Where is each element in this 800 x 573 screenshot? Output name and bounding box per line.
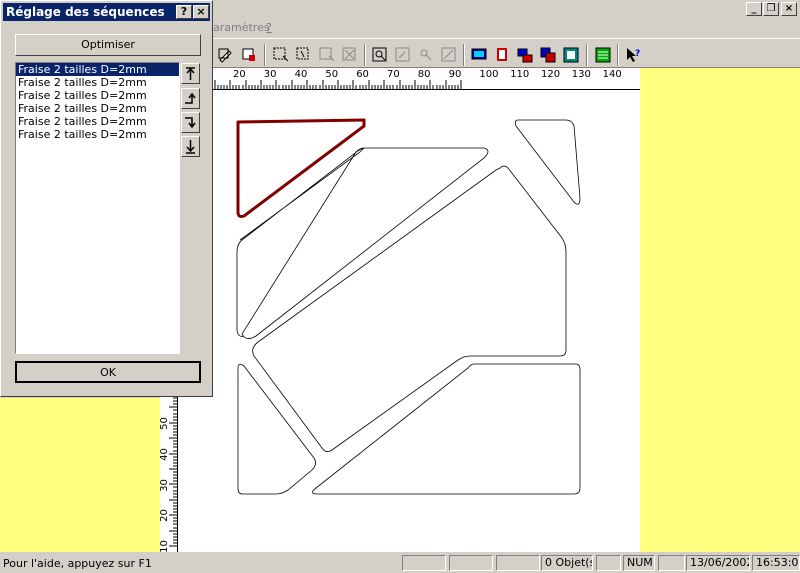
ruler-label: 90 [448, 69, 462, 80]
highlighted-toolpath[interactable] [236, 118, 366, 218]
cut-path-icon[interactable] [491, 44, 513, 66]
minimize-button[interactable]: _ [746, 2, 762, 16]
menu-parametres[interactable]: aramètres [213, 21, 270, 34]
sequence-list-item[interactable]: Fraise 2 tailles D=2mm [16, 115, 179, 128]
toolbar-separator [264, 44, 266, 66]
ruler-label: 100 [479, 69, 499, 80]
sequence-list-item[interactable]: Fraise 2 tailles D=2mm [16, 89, 179, 102]
ruler-label: 40 [158, 447, 170, 461]
ruler-label: 30 [263, 69, 277, 80]
drawing-canvas[interactable] [178, 90, 640, 552]
status-time: 16:53:02 [752, 555, 800, 571]
context-help-icon[interactable]: ? [622, 44, 644, 66]
ruler-label: 80 [417, 69, 431, 80]
svg-text:?: ? [635, 49, 640, 59]
zoom-all-icon[interactable] [438, 44, 460, 66]
dialog-help-button[interactable]: ? [176, 5, 192, 19]
status-pane [402, 555, 446, 571]
move-up-button[interactable] [181, 88, 200, 109]
toolbar-separator [617, 44, 619, 66]
status-help-text: Pour l'aide, appuyez sur F1 [3, 557, 152, 570]
dialog-close-button[interactable]: × [193, 5, 209, 19]
move-bottom-icon [186, 140, 195, 154]
dialog-titlebar: Réglage des séquences ? × [3, 3, 210, 21]
move-bottom-button[interactable] [181, 136, 200, 157]
dialog-title: Réglage des séquences [6, 5, 165, 19]
ruler-label: 130 [571, 69, 591, 80]
select-rect-icon[interactable] [270, 44, 292, 66]
select-remove-icon[interactable] [316, 44, 338, 66]
sequence-list-item[interactable]: Fraise 2 tailles D=2mm [16, 128, 179, 141]
ruler-label: 140 [602, 69, 622, 80]
shape-top-trapezoid[interactable] [241, 147, 489, 339]
move-up-icon [185, 92, 196, 104]
ruler-label: 70 [387, 69, 400, 80]
sequence-list[interactable]: Fraise 2 tailles D=2mm Fraise 2 tailles D… [15, 62, 180, 354]
status-pane [596, 555, 621, 571]
zoom-window-icon[interactable] [415, 44, 437, 66]
move-down-icon [185, 117, 196, 129]
optimize-button[interactable]: Optimiser [15, 34, 201, 56]
erase-icon[interactable] [238, 44, 260, 66]
left-margin-area [0, 398, 160, 552]
shape-large-hexagon[interactable] [252, 165, 567, 452]
shape-top-right-triangle[interactable] [514, 119, 581, 205]
status-pane [496, 555, 540, 571]
sequence-list-item[interactable]: Fraise 2 tailles D=2mm [16, 102, 179, 115]
select-add-icon[interactable] [293, 44, 315, 66]
zoom-in-icon[interactable] [369, 44, 391, 66]
ruler-label: 120 [541, 69, 561, 80]
restore-button[interactable]: ❐ [763, 2, 779, 16]
toolbar-separator [586, 44, 588, 66]
menu-help[interactable]: ? [266, 21, 272, 34]
shape-left-polygon[interactable] [236, 147, 365, 337]
shape-bottom-polygon[interactable] [312, 363, 581, 495]
move-top-icon [186, 67, 195, 80]
ruler-label: 10 [158, 540, 170, 554]
save-disk-icon[interactable] [537, 44, 559, 66]
sequence-list-item[interactable]: Fraise 2 tailles D=2mm [16, 63, 179, 76]
status-bar: Pour l'aide, appuyez sur F1 0 Objet(s) N… [0, 553, 800, 573]
zoom-out-icon[interactable] [392, 44, 414, 66]
network-icon[interactable] [514, 44, 536, 66]
move-top-button[interactable] [181, 63, 200, 84]
delete-selection-icon[interactable] [339, 44, 361, 66]
shape-left-quad[interactable] [237, 364, 316, 495]
export-icon[interactable] [560, 44, 582, 66]
toolbar-separator [364, 44, 366, 66]
sequence-dialog: Réglage des séquences ? × Optimiser Frai… [0, 0, 213, 397]
close-button[interactable]: × [781, 2, 797, 16]
horizontal-ruler-ticks [183, 80, 462, 90]
monitor-icon[interactable] [468, 44, 490, 66]
status-objects: 0 Objet(s) [541, 555, 593, 571]
ruler-label: 20 [233, 69, 246, 80]
ruler-label: 110 [510, 69, 530, 80]
ruler-label: 20 [158, 509, 170, 523]
sequence-list-item[interactable]: Fraise 2 tailles D=2mm [16, 76, 179, 89]
right-margin-area [640, 68, 800, 552]
ruler-label: 30 [158, 478, 170, 492]
toolbar-separator [463, 44, 465, 66]
status-num: NUM [623, 555, 655, 571]
status-date: 13/06/2002 [686, 555, 750, 571]
move-down-button[interactable] [181, 112, 200, 133]
calculator-icon[interactable] [592, 44, 614, 66]
ruler-label: 50 [158, 417, 170, 430]
ruler-label: 40 [294, 69, 308, 80]
pencil-icon[interactable] [214, 44, 236, 66]
ruler-label: 60 [356, 69, 369, 80]
status-pane [658, 555, 685, 571]
ruler-label: 50 [325, 69, 339, 80]
ok-button[interactable]: OK [15, 361, 201, 383]
status-pane [449, 555, 493, 571]
horizontal-ruler: 20 30 40 50 60 70 80 90 100 110 120 130 140 [178, 68, 640, 90]
